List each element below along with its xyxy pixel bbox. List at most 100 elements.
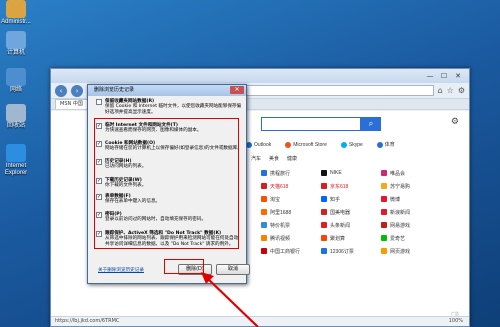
- recycle-bin-icon: [6, 104, 26, 122]
- category-row: 汽车 美食 健康: [251, 155, 297, 162]
- desktop-icon-network[interactable]: 网络: [1, 68, 31, 94]
- site-link[interactable]: 中国工商银行: [261, 247, 321, 255]
- site-logo-icon: [321, 170, 327, 176]
- site-link-label: 淘宝: [270, 196, 281, 203]
- site-link[interactable]: 微博: [381, 195, 441, 203]
- site-link[interactable]: 京东618: [321, 182, 381, 190]
- site-link[interactable]: 网页游戏: [381, 247, 441, 255]
- site-link-label: 12306订票: [330, 248, 354, 255]
- site-link[interactable]: 特价机票: [261, 221, 321, 229]
- quick-links: Outlook Microsoft Store Skype 体育: [246, 141, 395, 148]
- site-logo-icon: [321, 235, 327, 241]
- back-icon[interactable]: ‹: [55, 84, 67, 97]
- site-logo-icon: [381, 209, 387, 215]
- settings-gear-icon[interactable]: ⚙: [458, 86, 465, 95]
- favorites-icon[interactable]: ☆: [447, 86, 454, 95]
- site-link[interactable]: 阿里1688: [261, 208, 321, 216]
- computer-icon: [6, 31, 26, 49]
- quick-link-store[interactable]: Microsoft Store: [285, 141, 327, 148]
- dialog-title-bar: 删除浏览历史记录 ✕: [88, 85, 246, 96]
- site-link[interactable]: 爱奇艺: [381, 234, 441, 242]
- site-link[interactable]: 唯品会: [381, 169, 441, 177]
- quick-link-outlook[interactable]: Outlook: [246, 141, 271, 148]
- option-checkbox[interactable]: [96, 99, 102, 105]
- option-description: 保留 Cookie 和 Internet 临时文件，以使您收藏夹网站能够保存偏好…: [105, 104, 242, 115]
- close-icon[interactable]: ✕: [230, 86, 244, 94]
- cancel-button[interactable]: 取消: [216, 264, 250, 275]
- site-link[interactable]: 网易游戏: [381, 221, 441, 229]
- home-icon[interactable]: ⌂: [438, 86, 443, 95]
- site-link[interactable]: 国美电器: [321, 208, 381, 216]
- site-link[interactable]: 知乎: [321, 195, 381, 203]
- help-link[interactable]: 关于删除浏览历史记录: [98, 267, 144, 273]
- site-logo-icon: [381, 196, 387, 202]
- tab-msn[interactable]: MSN 中国: [55, 99, 88, 109]
- maximize-icon[interactable]: ☐: [437, 71, 451, 81]
- site-link-label: 携程旅行: [270, 170, 291, 177]
- site-link-label: 国美电器: [330, 209, 351, 216]
- history-option: 保留收藏夹网站数据(R) 保留 Cookie 和 Internet 临时文件，以使…: [96, 99, 242, 115]
- site-link[interactable]: 携程旅行: [261, 169, 321, 177]
- site-link-label: 阿里1688: [270, 209, 292, 216]
- site-link-label: 京东618: [330, 183, 349, 190]
- sports-icon: [376, 141, 383, 148]
- browser-titlebar: — ☐ ✕: [51, 69, 469, 83]
- site-link-label: 腾讯视频: [270, 235, 291, 242]
- site-link[interactable]: 头条新闻: [321, 221, 381, 229]
- site-link[interactable]: 淘宝: [261, 195, 321, 203]
- store-icon: [285, 141, 292, 148]
- site-logo-icon: [321, 248, 327, 254]
- dialog-title: 删除浏览历史记录: [94, 87, 135, 93]
- site-link-label: 聚划算: [330, 235, 346, 242]
- gear-icon[interactable]: ⚙: [451, 117, 459, 127]
- category-link[interactable]: 健康: [287, 155, 297, 162]
- site-link-label: 头条新闻: [330, 222, 351, 229]
- quick-link-skype[interactable]: Skype: [340, 141, 363, 148]
- forward-icon[interactable]: ›: [71, 84, 83, 97]
- desktop-icon-recycle-bin[interactable]: 回收站: [1, 104, 31, 130]
- site-logo-icon: [321, 183, 327, 189]
- site-logo-icon: [261, 209, 267, 215]
- site-link-label: 特价机票: [270, 222, 291, 229]
- site-logo-icon: [381, 235, 387, 241]
- site-logo-icon: [261, 196, 267, 202]
- site-logo-icon: [321, 196, 327, 202]
- user-folder-icon: [6, 0, 26, 18]
- delete-button-highlight: [164, 259, 204, 274]
- site-link[interactable]: 12306订票: [321, 247, 381, 255]
- category-link[interactable]: 汽车: [251, 155, 261, 162]
- site-logo-icon: [261, 170, 267, 176]
- site-link-label: 网易游戏: [390, 222, 411, 229]
- desktop-icon-computer[interactable]: 计算机: [1, 31, 31, 57]
- site-link[interactable]: 腾讯视频: [261, 234, 321, 242]
- site-logo-icon: [261, 222, 267, 228]
- close-icon[interactable]: ✕: [451, 71, 465, 81]
- zoom-level[interactable]: 100%: [449, 317, 463, 326]
- site-link[interactable]: 天猫618: [261, 182, 321, 190]
- site-logo-icon: [381, 248, 387, 254]
- site-link[interactable]: 新浪新闻: [381, 208, 441, 216]
- internet-explorer-icon: [6, 144, 26, 162]
- site-logo-icon: [381, 183, 387, 189]
- quick-link-sports[interactable]: 体育: [376, 141, 395, 148]
- site-logo-icon: [381, 170, 387, 176]
- desktop-icon-label: Internet Explorer: [4, 163, 28, 176]
- site-link[interactable]: NIKE: [321, 169, 381, 177]
- site-link[interactable]: 聚划算: [321, 234, 381, 242]
- desktop-icon-label: 回收站: [6, 123, 25, 129]
- search-icon[interactable]: ⌕: [361, 117, 381, 131]
- desktop-icon-internet-explorer[interactable]: Internet Explorer: [1, 144, 31, 177]
- site-link-label: NIKE: [330, 170, 342, 176]
- search-input[interactable]: [261, 117, 361, 131]
- site-logo-icon: [261, 183, 267, 189]
- selection-highlight-box: [94, 118, 239, 249]
- site-logo-icon: [261, 248, 267, 254]
- site-link-label: 中国工商银行: [270, 248, 301, 255]
- site-logo-icon: [261, 235, 267, 241]
- minimize-icon[interactable]: —: [423, 71, 437, 81]
- category-link[interactable]: 美食: [269, 155, 279, 162]
- site-link-label: 唯品会: [390, 170, 406, 177]
- site-link-label: 新浪新闻: [390, 209, 411, 216]
- site-link[interactable]: 苏宁易购: [381, 182, 441, 190]
- desktop-icon-administrator[interactable]: Administr...: [1, 0, 31, 26]
